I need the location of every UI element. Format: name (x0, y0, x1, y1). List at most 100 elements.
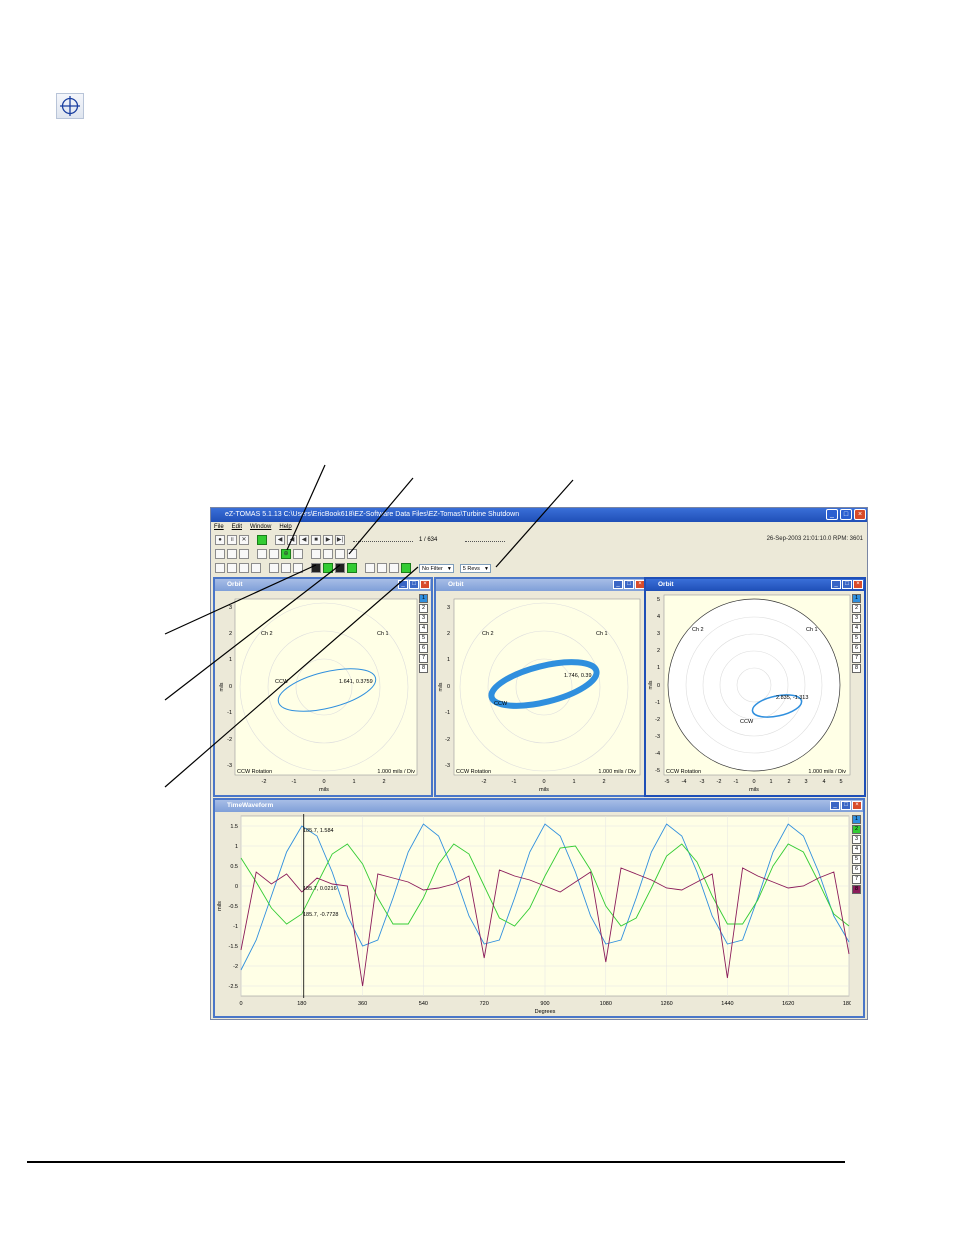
channel-button[interactable]: 3 (852, 835, 861, 844)
maximize-button[interactable]: □ (842, 580, 852, 589)
scale-down-icon[interactable] (239, 563, 249, 573)
table-icon[interactable] (311, 549, 321, 559)
channel-button[interactable]: 1 (852, 594, 861, 603)
menu-bar: File Edit Window Help (211, 522, 867, 533)
close-button[interactable]: × (854, 509, 866, 520)
prev-frame-button[interactable]: ◀ (287, 535, 297, 545)
channel-button[interactable]: 6 (852, 644, 861, 653)
channel-button[interactable]: 8 (852, 885, 861, 894)
filter-select[interactable]: No Filter (419, 563, 454, 574)
pause-icon[interactable]: ॥ (227, 535, 237, 545)
close-button[interactable]: × (853, 580, 863, 589)
monitor-button[interactable] (257, 535, 267, 545)
channel-button[interactable]: 2 (852, 825, 861, 834)
channel-button[interactable]: 3 (419, 614, 428, 623)
trend-icon[interactable] (293, 549, 303, 559)
channel-button[interactable]: 7 (852, 654, 861, 663)
shaft-centerline-icon[interactable] (347, 549, 357, 559)
cursor-label-2: 185.7, 0.0216 (303, 886, 337, 892)
first-frame-button[interactable]: ◀ (275, 535, 285, 545)
orbit-toolbar: No Filter 5 Revs (211, 561, 867, 575)
maximize-button[interactable]: □ (841, 801, 851, 810)
channel-button[interactable]: 7 (852, 875, 861, 884)
y-tick: 0 (447, 684, 450, 690)
marker-icon[interactable] (293, 563, 303, 573)
orbit-window-2[interactable]: Orbit _ □ × 3 2 1 0 -1 -2 -3 -2 -1 0 1 2… (434, 577, 648, 797)
compensate-icon[interactable] (335, 563, 345, 573)
scale-icon[interactable] (215, 563, 225, 573)
export-icon[interactable] (365, 563, 375, 573)
autoscale-icon[interactable] (251, 563, 261, 573)
revs-select[interactable]: 5 Revs (459, 563, 491, 574)
position-slider[interactable] (353, 539, 413, 542)
print-icon[interactable] (377, 563, 387, 573)
channel-button[interactable]: 8 (852, 664, 861, 673)
minimize-button[interactable]: _ (613, 580, 623, 589)
x-tick-label: 360 (358, 1001, 367, 1007)
maximize-button[interactable]: □ (624, 580, 634, 589)
minimize-button[interactable]: _ (398, 580, 408, 589)
channel-button[interactable]: 2 (852, 604, 861, 613)
last-frame-button[interactable]: ▶| (335, 535, 345, 545)
maximize-button[interactable]: □ (409, 580, 419, 589)
minimize-button[interactable]: _ (830, 801, 840, 810)
menu-help[interactable]: Help (279, 522, 291, 533)
rewind-button[interactable]: ◀ (299, 535, 309, 545)
menu-file[interactable]: File (214, 522, 224, 533)
maximize-button[interactable]: □ (840, 509, 852, 520)
orbit-button[interactable]: ⊕ (281, 549, 291, 559)
channel-button[interactable]: 6 (419, 644, 428, 653)
orbit-window-1[interactable]: Orbit _ □ × 3 2 1 0 -1 -2 -3 -2 -1 0 1 2… (213, 577, 433, 797)
channel-button[interactable]: 4 (419, 624, 428, 633)
menu-window[interactable]: Window (250, 522, 271, 533)
channel-button[interactable]: 7 (419, 654, 428, 663)
channel-button[interactable]: 1 (419, 594, 428, 603)
waterfall-icon[interactable] (239, 549, 249, 559)
revs-button[interactable] (401, 563, 411, 573)
filter-icon[interactable] (347, 563, 357, 573)
channel-button[interactable]: 4 (852, 845, 861, 854)
ch-left-label: Ch 2 (482, 631, 494, 637)
stop-icon[interactable]: ✕ (239, 535, 249, 545)
bode-icon[interactable] (257, 549, 267, 559)
timewaveform-window[interactable]: TimeWaveform _ □ × 1.5 1 0.5 0 -0.5 -1 -1.5 -2 -… (213, 798, 865, 1018)
scale-up-icon[interactable] (227, 563, 237, 573)
channel-button[interactable]: 8 (419, 664, 428, 673)
channel-button[interactable]: 6 (852, 865, 861, 874)
ch-right-label: Ch 1 (596, 631, 608, 637)
channel-button[interactable]: 4 (852, 624, 861, 633)
close-button[interactable]: × (852, 801, 862, 810)
rotation-label: CCW Rotation (237, 769, 272, 775)
channel-button[interactable]: 2 (419, 604, 428, 613)
y-tick-label: 0 (235, 884, 238, 890)
channel-button[interactable]: 5 (852, 634, 861, 643)
channel-button[interactable]: 5 (419, 634, 428, 643)
polar-icon[interactable] (269, 549, 279, 559)
lock-icon[interactable] (311, 563, 321, 573)
scale-label: 1.000 mils / Div (598, 769, 636, 775)
stop-playback-button[interactable]: ■ (311, 535, 321, 545)
copy-icon[interactable] (389, 563, 399, 573)
orbit-window-3[interactable]: Orbit _ □ × 5 4 3 2 1 0 -1 -2 -3 -4 -5 -… (644, 577, 866, 797)
zoom-slider[interactable] (465, 539, 506, 542)
open-icon[interactable] (215, 549, 225, 559)
channel-button[interactable]: 1 (852, 815, 861, 824)
status-readout: 26-Sep-2003 21:01:10.0 RPM: 3601 (766, 536, 863, 542)
minimize-button[interactable]: _ (831, 580, 841, 589)
orbit-plot-1: 3 2 1 0 -1 -2 -3 -2 -1 0 1 2 mils mils C… (219, 598, 418, 793)
spectrum-icon[interactable] (227, 549, 237, 559)
x-axis-label: mils (319, 787, 329, 793)
play-icon[interactable]: ▶ (323, 535, 333, 545)
grid-icon[interactable] (323, 549, 333, 559)
close-button[interactable]: × (420, 580, 430, 589)
chart-icon[interactable] (335, 549, 345, 559)
minimize-button[interactable]: _ (826, 509, 838, 520)
channel-button[interactable]: 5 (852, 855, 861, 864)
cursor-icon[interactable] (269, 563, 279, 573)
channel-button[interactable]: 3 (852, 614, 861, 623)
menu-edit[interactable]: Edit (232, 522, 242, 533)
x-tick-label: 1260 (660, 1001, 672, 1007)
keyphasor-button[interactable] (323, 563, 333, 573)
harmonic-icon[interactable] (281, 563, 291, 573)
record-icon[interactable]: ● (215, 535, 225, 545)
